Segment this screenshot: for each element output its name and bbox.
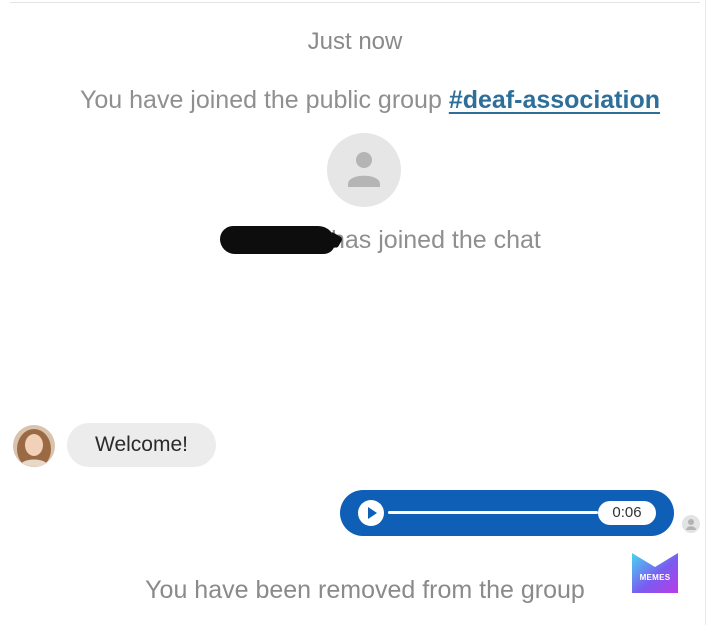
removed-notice: You have been removed from the group bbox=[145, 576, 585, 604]
join-notice-text: You have joined the public group bbox=[80, 86, 449, 114]
voice-duration: 0:06 bbox=[598, 501, 656, 525]
member-joined-text: has joined the chat bbox=[331, 226, 541, 254]
member-joined-notice: has joined the chat bbox=[220, 226, 541, 258]
incoming-message-bubble[interactable]: Welcome! bbox=[67, 423, 216, 467]
voice-message-bubble[interactable]: 0:06 bbox=[340, 490, 674, 536]
timestamp: Just now bbox=[307, 28, 403, 55]
sender-avatar[interactable] bbox=[13, 425, 55, 467]
memes-logo-text: MEMES bbox=[639, 573, 671, 582]
join-notice: You have joined the public group #deaf-a… bbox=[0, 86, 710, 115]
top-border bbox=[10, 2, 700, 3]
redacted-name bbox=[220, 226, 335, 254]
user-avatar-small-icon bbox=[682, 515, 700, 533]
play-icon[interactable] bbox=[358, 500, 384, 526]
voice-progress-track[interactable] bbox=[388, 511, 598, 514]
memes-logo-icon: MEMES bbox=[632, 553, 678, 593]
group-link[interactable]: #deaf-association bbox=[449, 86, 660, 114]
default-user-icon[interactable] bbox=[327, 133, 401, 207]
